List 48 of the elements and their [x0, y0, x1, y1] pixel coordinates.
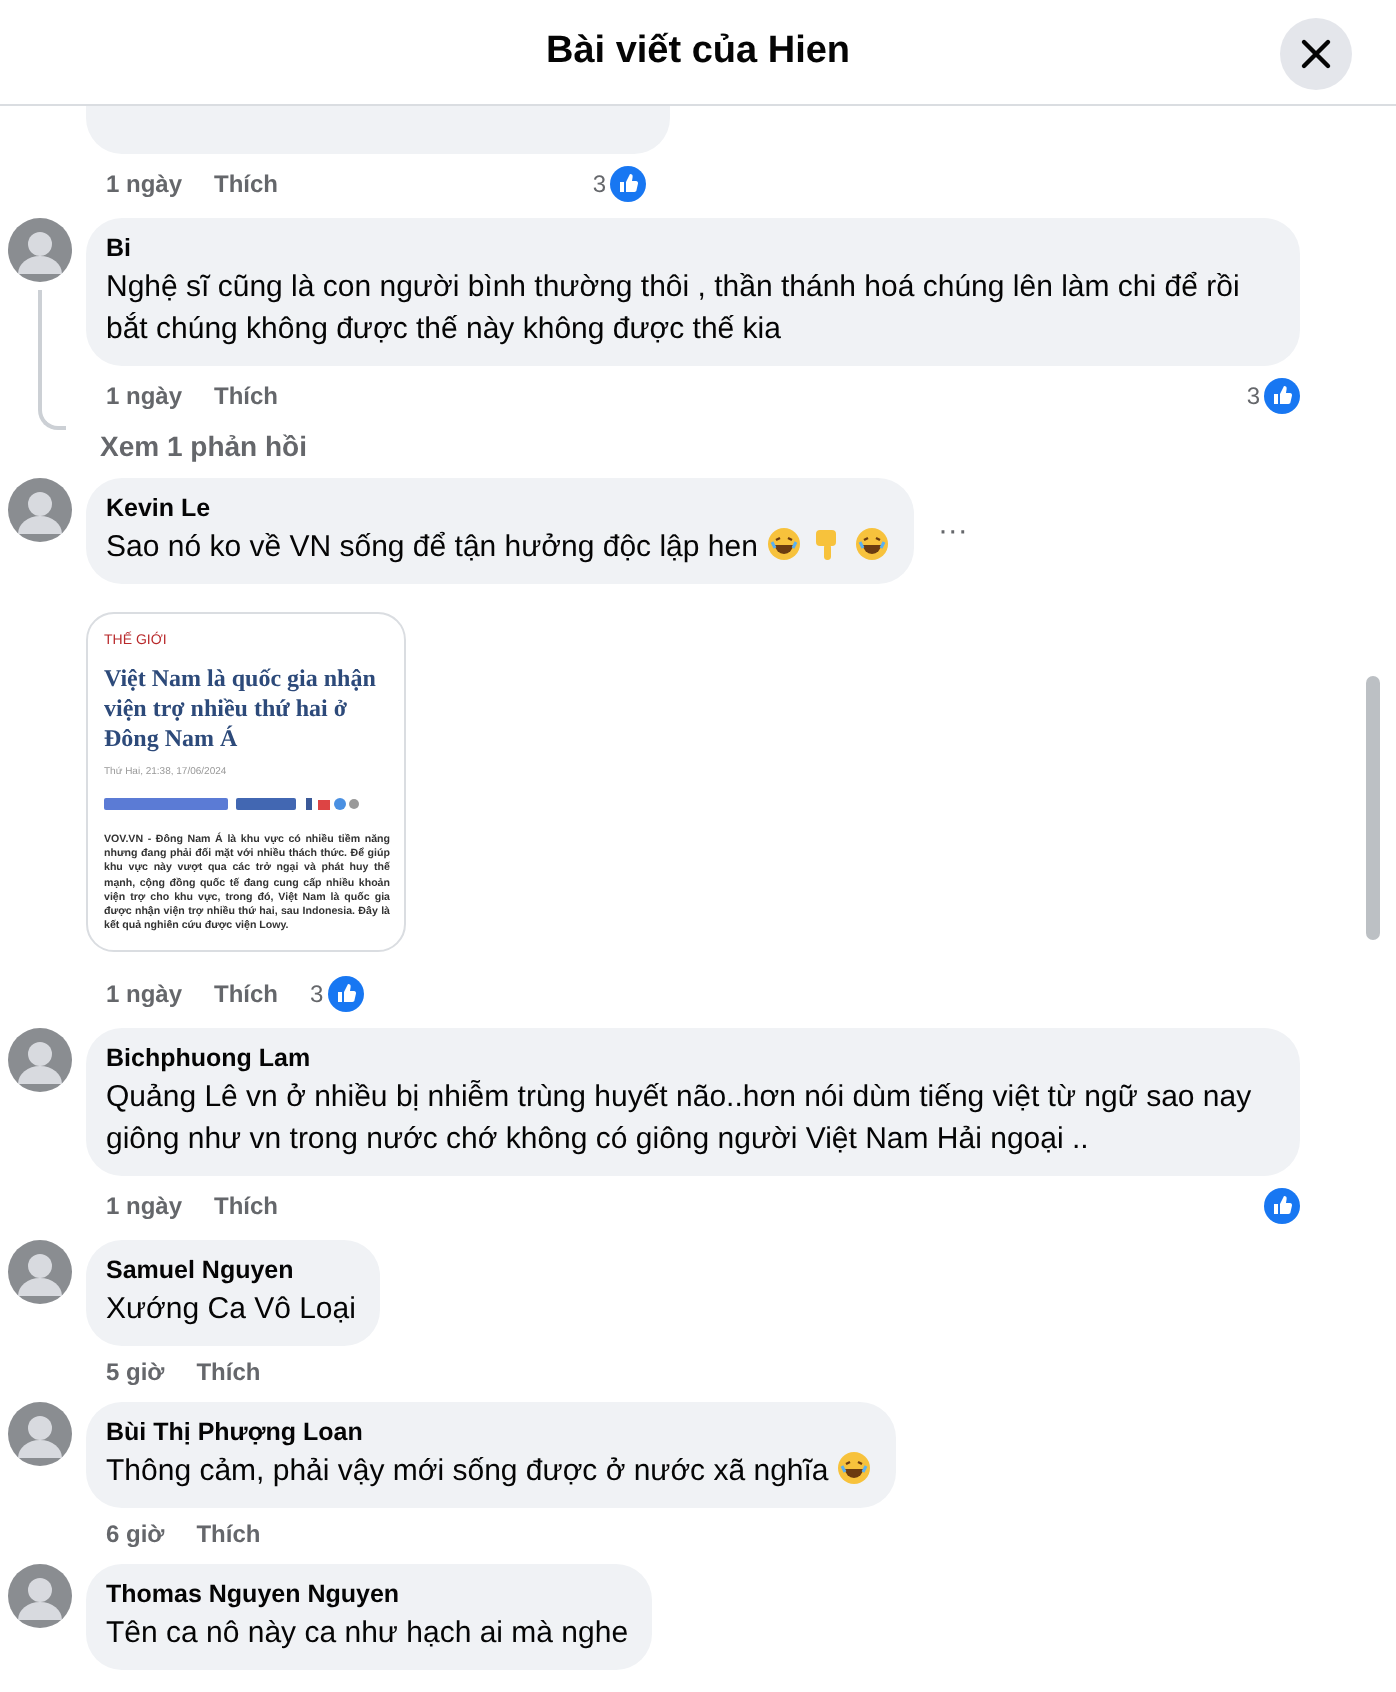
commenter-name[interactable]: Thomas Nguyen Nguyen — [106, 1580, 629, 1609]
comment-time: 6 giờ — [106, 1520, 165, 1549]
article-headline: Việt Nam là quốc gia nhận viện trợ nhiều thứ hai ở Đông Nam Á — [104, 664, 378, 754]
commenter-name[interactable]: Kevin Le — [106, 494, 890, 522]
like-count: 3 — [592, 170, 606, 198]
laughing-emoji-icon — [836, 1450, 873, 1487]
comment-time: 1 ngày — [106, 980, 183, 1009]
like-count: 3 — [1246, 382, 1260, 410]
dialog-title: Bài viết của Hien — [545, 30, 851, 74]
comment-text: Tên ca nô này ca như hạch ai mà nghe — [106, 1614, 629, 1655]
avatar[interactable] — [8, 1240, 72, 1305]
more-options-button[interactable]: ··· — [925, 514, 980, 548]
comment-text: Thông cảm, phải vậy mới sống được ở nước xã nghĩa — [106, 1450, 873, 1493]
commenter-name[interactable]: Samuel Nguyen — [106, 1256, 356, 1285]
like-link[interactable]: Thích — [196, 1520, 261, 1549]
like-link[interactable]: Thích — [214, 382, 279, 410]
thread-line — [38, 290, 66, 430]
like-icon — [1264, 378, 1300, 414]
article-image[interactable] — [86, 612, 406, 953]
like-icon — [610, 166, 646, 202]
laughing-emoji-icon — [765, 526, 802, 562]
like-link[interactable]: Thích — [196, 1358, 261, 1387]
comment-text: Xướng Ca Vô Loại — [106, 1290, 356, 1331]
like-link[interactable]: Thích — [214, 170, 279, 198]
like-icon — [327, 976, 364, 1013]
laughing-emoji-icon — [853, 526, 890, 562]
avatar[interactable] — [8, 1564, 72, 1629]
comment-time: 1 ngày — [106, 170, 183, 198]
avatar[interactable] — [8, 478, 72, 542]
comment-time: 1 ngày — [106, 1192, 183, 1221]
comment-time: 5 giờ — [106, 1358, 165, 1387]
scrollbar-thumb[interactable] — [1366, 676, 1380, 940]
comment-text: Quảng Lê vn ở nhiều bị nhiễm trùng huyết não..hơn nói dùm tiếng việt từ ngữ sao nay giông như vn trong nước chớ không có giông người Việt Nam Hải ngoại .. — [106, 1078, 1254, 1161]
comment-text: Sao nó ko về VN sống để tận hưởng độc lập hen — [106, 526, 890, 568]
view-replies-link[interactable]: Xem 1 phản hồi — [100, 430, 1396, 462]
like-count: 3 — [310, 980, 324, 1009]
comment-text: Nghệ sĩ cũng là con người bình thường thôi , thần thánh hoá chúng lên làm chi để rồi bắt chúng không được thế này không được thế kia — [106, 268, 1242, 350]
commenter-name[interactable]: Bi — [106, 234, 1276, 262]
avatar[interactable] — [8, 1028, 72, 1093]
comment-time: 1 ngày — [106, 382, 183, 410]
like-link[interactable]: Thích — [214, 1192, 279, 1221]
commenter-name[interactable]: Bùi Thị Phượng Loan — [106, 1418, 873, 1447]
close-button[interactable] — [1280, 18, 1352, 90]
avatar[interactable] — [8, 218, 72, 282]
close-icon — [1300, 38, 1332, 70]
like-link[interactable]: Thích — [214, 980, 279, 1009]
avatar[interactable] — [8, 1402, 72, 1467]
commenter-name[interactable]: Bichphuong Lam — [106, 1044, 1276, 1073]
